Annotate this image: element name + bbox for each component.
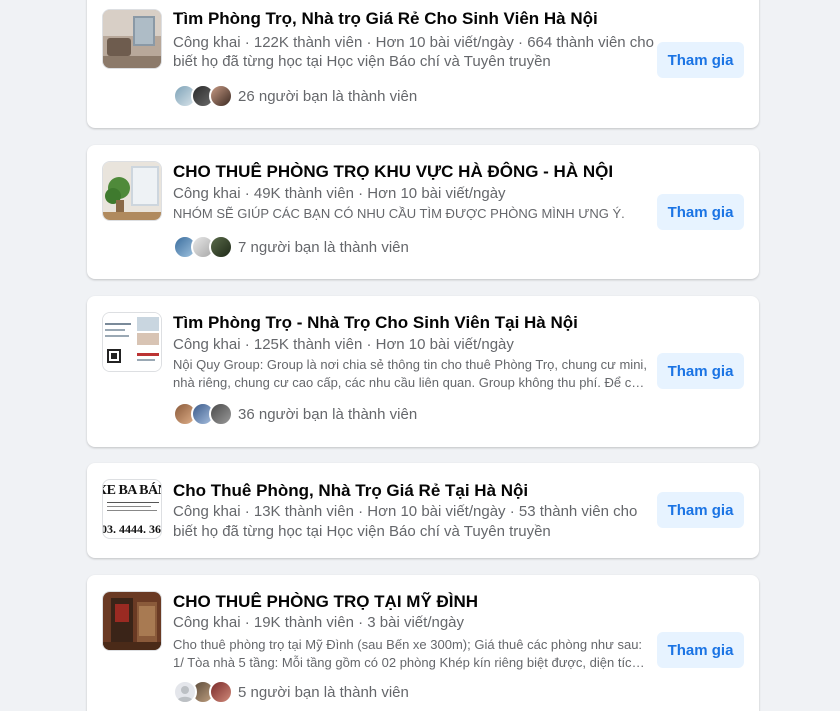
group-meta: Công khai · 125K thành viên · Hơn 10 bài… [173,336,514,353]
group-meta: Công khai · 19K thành viên · 3 bài viết/… [173,614,465,631]
group-thumbnail[interactable] [102,161,162,221]
group-name[interactable]: Tìm Phòng Trọ, Nhà trọ Giá Rẻ Cho Sinh V… [173,9,598,29]
group-card: Tìm Phòng Trọ, Nhà trọ Giá Rẻ Cho Sinh V… [87,0,759,128]
group-card: Tìm Phòng Trọ - Nhà Trọ Cho Sinh Viên Tạ… [87,296,759,447]
group-name[interactable]: CHO THUÊ PHÒNG TRỌ KHU VỰC HÀ ĐÔNG - HÀ … [173,162,613,182]
flyer-icon [103,313,161,371]
group-card: CHO THUÊ PHÒNG TRỌ KHU VỰC HÀ ĐÔNG - HÀ … [87,145,759,279]
group-description: Nội Quy Group: Group là nơi chia sẻ thôn… [173,357,647,390]
avatar[interactable] [173,680,197,704]
group-description: NHÓM SẼ GIÚP CÁC BẠN CÓ NHU CẦU TÌM ĐƯỢC… [173,206,625,221]
room-photo-icon [103,592,161,650]
group-name[interactable]: Tìm Phòng Trọ - Nhà Trọ Cho Sinh Viên Tạ… [173,313,578,333]
avatar[interactable] [209,680,233,704]
group-description: Cho thuê phòng trọ tại Mỹ Đình (sau Bến … [173,637,647,670]
friends-members: 26 người bạn là thành viên [173,83,417,109]
group-thumbnail[interactable] [102,312,162,372]
join-button[interactable]: Tham gia [657,42,744,78]
avatar[interactable] [209,84,233,108]
join-button[interactable]: Tham gia [657,492,744,528]
group-description: biết họ đã từng học tại Học viện Báo chí… [173,53,551,70]
group-description: biết họ đã từng học tại Học viện Báo chí… [173,523,551,540]
friends-members: 7 người bạn là thành viên [173,234,409,260]
avatar[interactable] [209,235,233,259]
group-meta: Công khai · 49K thành viên · Hơn 10 bài … [173,185,506,202]
friend-avatars[interactable] [173,402,233,426]
group-meta: Công khai · 13K thành viên · Hơn 10 bài … [173,503,638,520]
room-photo-icon [103,10,161,68]
friends-count: 5 người bạn là thành viên [238,683,409,701]
friends-members: 5 người bạn là thành viên [173,679,409,705]
friends-count: 7 người bạn là thành viên [238,238,409,256]
friend-avatars[interactable] [173,680,233,704]
friend-avatars[interactable] [173,235,233,259]
room-photo-icon [103,162,161,220]
group-card: CHO THUÊ PHÒNG TRỌ TẠI MỸ ĐÌNH Công khai… [87,575,759,711]
friends-count: 26 người bạn là thành viên [238,87,418,105]
group-meta: Công khai · 122K thành viên · Hơn 10 bài… [173,34,654,51]
friend-avatars[interactable] [173,84,233,108]
default-avatar-icon [177,686,193,702]
group-thumbnail[interactable] [102,9,162,69]
group-thumbnail[interactable]: XE BA BÁN 03. 4444. 369 [102,479,162,539]
join-button[interactable]: Tham gia [657,353,744,389]
join-button[interactable]: Tham gia [657,632,744,668]
group-thumbnail[interactable] [102,591,162,651]
join-button[interactable]: Tham gia [657,194,744,230]
group-card: XE BA BÁN 03. 4444. 369 Cho Thuê Phòng, … [87,463,759,558]
friends-count: 36 người bạn là thành viên [238,405,418,423]
avatar[interactable] [209,402,233,426]
group-name[interactable]: CHO THUÊ PHÒNG TRỌ TẠI MỸ ĐÌNH [173,592,478,612]
sign-icon: XE BA BÁN 03. 4444. 369 [102,483,162,536]
friends-members: 36 người bạn là thành viên [173,401,417,427]
group-name[interactable]: Cho Thuê Phòng, Nhà Trọ Giá Rẻ Tại Hà Nộ… [173,481,528,501]
